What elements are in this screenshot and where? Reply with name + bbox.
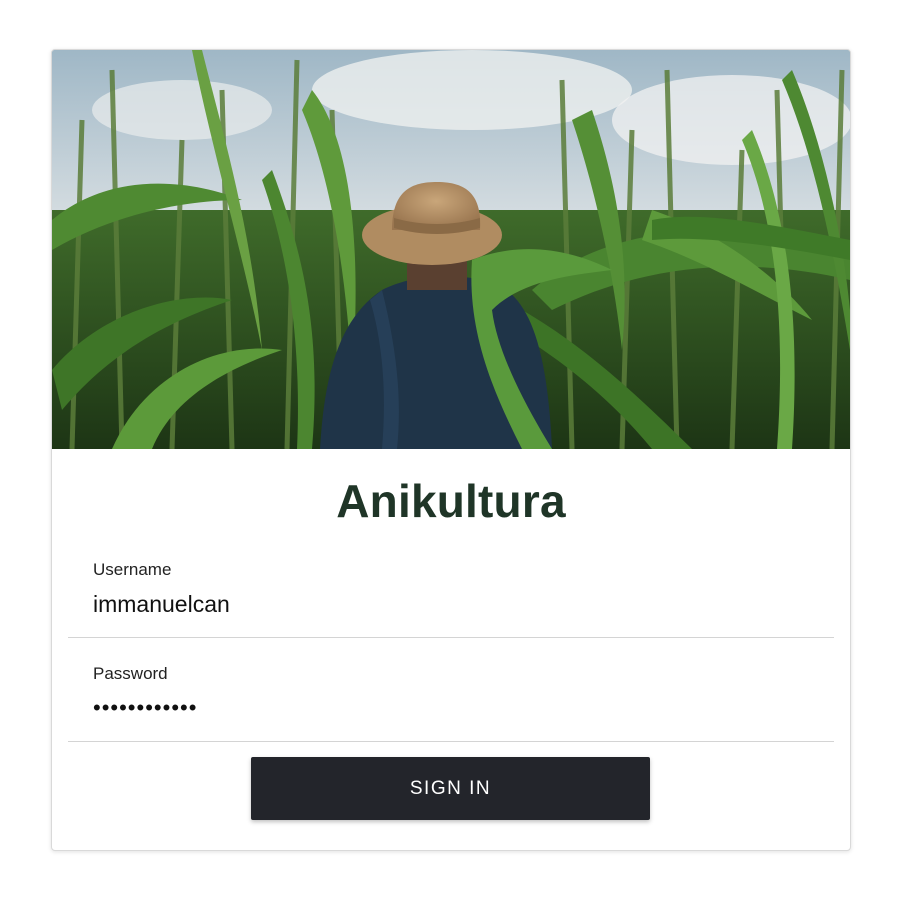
username-label: Username (93, 560, 172, 579)
login-card: Anikultura Username Password SIGN IN (51, 49, 851, 851)
hero-image (52, 50, 850, 449)
app-title: Anikultura (336, 475, 566, 527)
password-input[interactable] (91, 691, 795, 725)
sign-in-button[interactable]: SIGN IN (251, 757, 650, 820)
username-field: Username (68, 541, 834, 638)
cornfield-farmer-image (52, 50, 850, 449)
password-label: Password (93, 664, 168, 683)
username-input[interactable] (91, 587, 795, 621)
password-field: Password (68, 645, 834, 742)
